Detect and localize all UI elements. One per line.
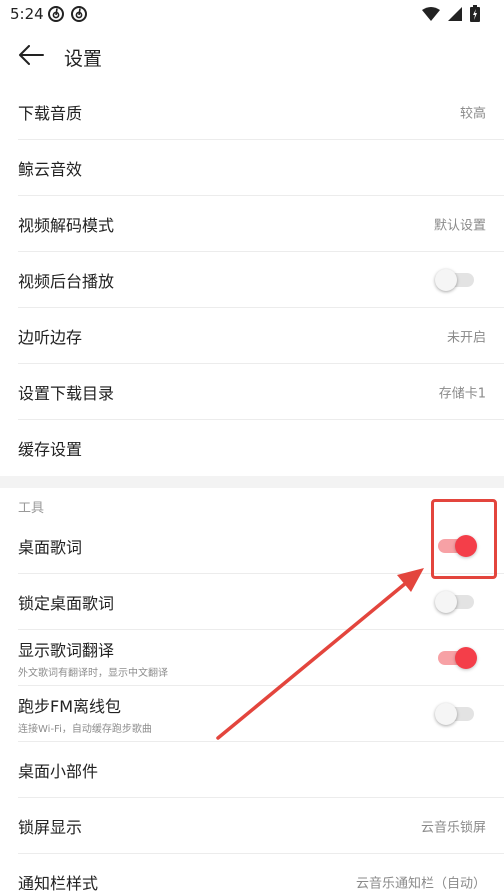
setting-label: 视频后台播放 bbox=[18, 271, 115, 291]
setting-label: 显示歌词翻译 bbox=[18, 640, 115, 660]
status-time: 5:24 bbox=[10, 5, 44, 23]
setting-label: 跑步FM离线包 bbox=[18, 696, 122, 716]
back-button[interactable] bbox=[14, 40, 48, 74]
battery-charging-icon bbox=[470, 5, 480, 26]
setting-row-listen-and-save[interactable]: 边听边存 未开启 bbox=[18, 308, 504, 364]
setting-value: 较高 bbox=[459, 106, 486, 121]
setting-value: 存储卡1 bbox=[438, 386, 486, 401]
lyrics-translation-toggle[interactable] bbox=[438, 646, 477, 669]
toggle-knob bbox=[435, 590, 457, 613]
setting-value: 云音乐通知栏（自动） bbox=[355, 876, 486, 892]
setting-label: 缓存设置 bbox=[18, 440, 83, 459]
page-title: 设置 bbox=[64, 48, 103, 70]
setting-row-lyrics-translation[interactable]: 显示歌词翻译 外文歌词有翻译时，显示中文翻译 bbox=[18, 630, 504, 686]
setting-sublabel: 外文歌词有翻译时，显示中文翻译 bbox=[18, 667, 168, 679]
setting-text: 跑步FM离线包 连接Wi-Fi，自动缓存跑步歌曲 bbox=[18, 693, 152, 735]
setting-label: 设置下载目录 bbox=[18, 383, 115, 403]
setting-row-desktop-widget[interactable]: 桌面小部件 bbox=[18, 742, 504, 798]
setting-row-video-decode-mode[interactable]: 视频解码模式 默认设置 bbox=[18, 196, 504, 252]
video-background-play-toggle[interactable] bbox=[435, 268, 474, 291]
setting-value: 云音乐锁屏 bbox=[420, 820, 486, 835]
setting-value: 默认设置 bbox=[433, 218, 486, 233]
setting-row-download-quality[interactable]: 下载音质 较高 bbox=[18, 84, 504, 140]
toggle-knob bbox=[435, 702, 457, 725]
setting-row-cache-settings[interactable]: 缓存设置 bbox=[18, 420, 504, 476]
setting-row-video-background-play[interactable]: 视频后台播放 bbox=[18, 252, 504, 308]
toggle-knob bbox=[435, 268, 457, 291]
arrow-left-icon bbox=[18, 45, 44, 69]
setting-label: 锁定桌面歌词 bbox=[18, 593, 115, 613]
wifi-icon bbox=[422, 6, 440, 25]
setting-label: 鲸云音效 bbox=[18, 159, 83, 179]
setting-label: 下载音质 bbox=[18, 103, 83, 123]
setting-label: 边听边存 bbox=[18, 327, 83, 347]
toggle-knob bbox=[455, 534, 477, 557]
setting-text: 显示歌词翻译 外文歌词有翻译时，显示中文翻译 bbox=[18, 637, 168, 679]
section-header-tools: 工具 bbox=[18, 501, 45, 516]
setting-label: 视频解码模式 bbox=[18, 215, 115, 235]
setting-row-desktop-lyrics[interactable]: 桌面歌词 bbox=[18, 518, 504, 574]
desktop-lyrics-toggle[interactable] bbox=[438, 534, 477, 557]
setting-row-notification-style[interactable]: 通知栏样式 云音乐通知栏（自动） bbox=[18, 854, 504, 896]
setting-label: 桌面小部件 bbox=[18, 761, 99, 781]
setting-row-running-fm-offline[interactable]: 跑步FM离线包 连接Wi-Fi，自动缓存跑步歌曲 bbox=[18, 686, 504, 742]
netease-music-notification-icon bbox=[47, 5, 65, 23]
setting-row-download-directory[interactable]: 设置下载目录 存储卡1 bbox=[18, 364, 504, 420]
setting-row-sound-effect[interactable]: 鲸云音效 bbox=[18, 140, 504, 196]
status-bar: 5:24 bbox=[0, 0, 504, 30]
app-bar: 设置 bbox=[0, 30, 504, 86]
signal-icon bbox=[448, 6, 462, 25]
running-fm-offline-toggle[interactable] bbox=[435, 702, 474, 725]
setting-value: 未开启 bbox=[446, 330, 486, 345]
setting-label: 通知栏样式 bbox=[18, 874, 99, 893]
lock-desktop-lyrics-toggle[interactable] bbox=[435, 590, 474, 613]
setting-row-lock-screen-display[interactable]: 锁屏显示 云音乐锁屏 bbox=[18, 798, 504, 854]
setting-row-lock-desktop-lyrics[interactable]: 锁定桌面歌词 bbox=[18, 574, 504, 630]
setting-sublabel: 连接Wi-Fi，自动缓存跑步歌曲 bbox=[18, 723, 152, 735]
setting-label: 桌面歌词 bbox=[18, 537, 83, 557]
section-divider bbox=[0, 476, 504, 488]
settings-list: 下载音质 较高 鲸云音效 视频解码模式 默认设置 视频后台播放 边听边存 未开启… bbox=[0, 84, 504, 896]
setting-label: 锁屏显示 bbox=[18, 817, 83, 837]
toggle-knob bbox=[455, 646, 477, 669]
netease-music-notification-icon bbox=[70, 5, 88, 23]
